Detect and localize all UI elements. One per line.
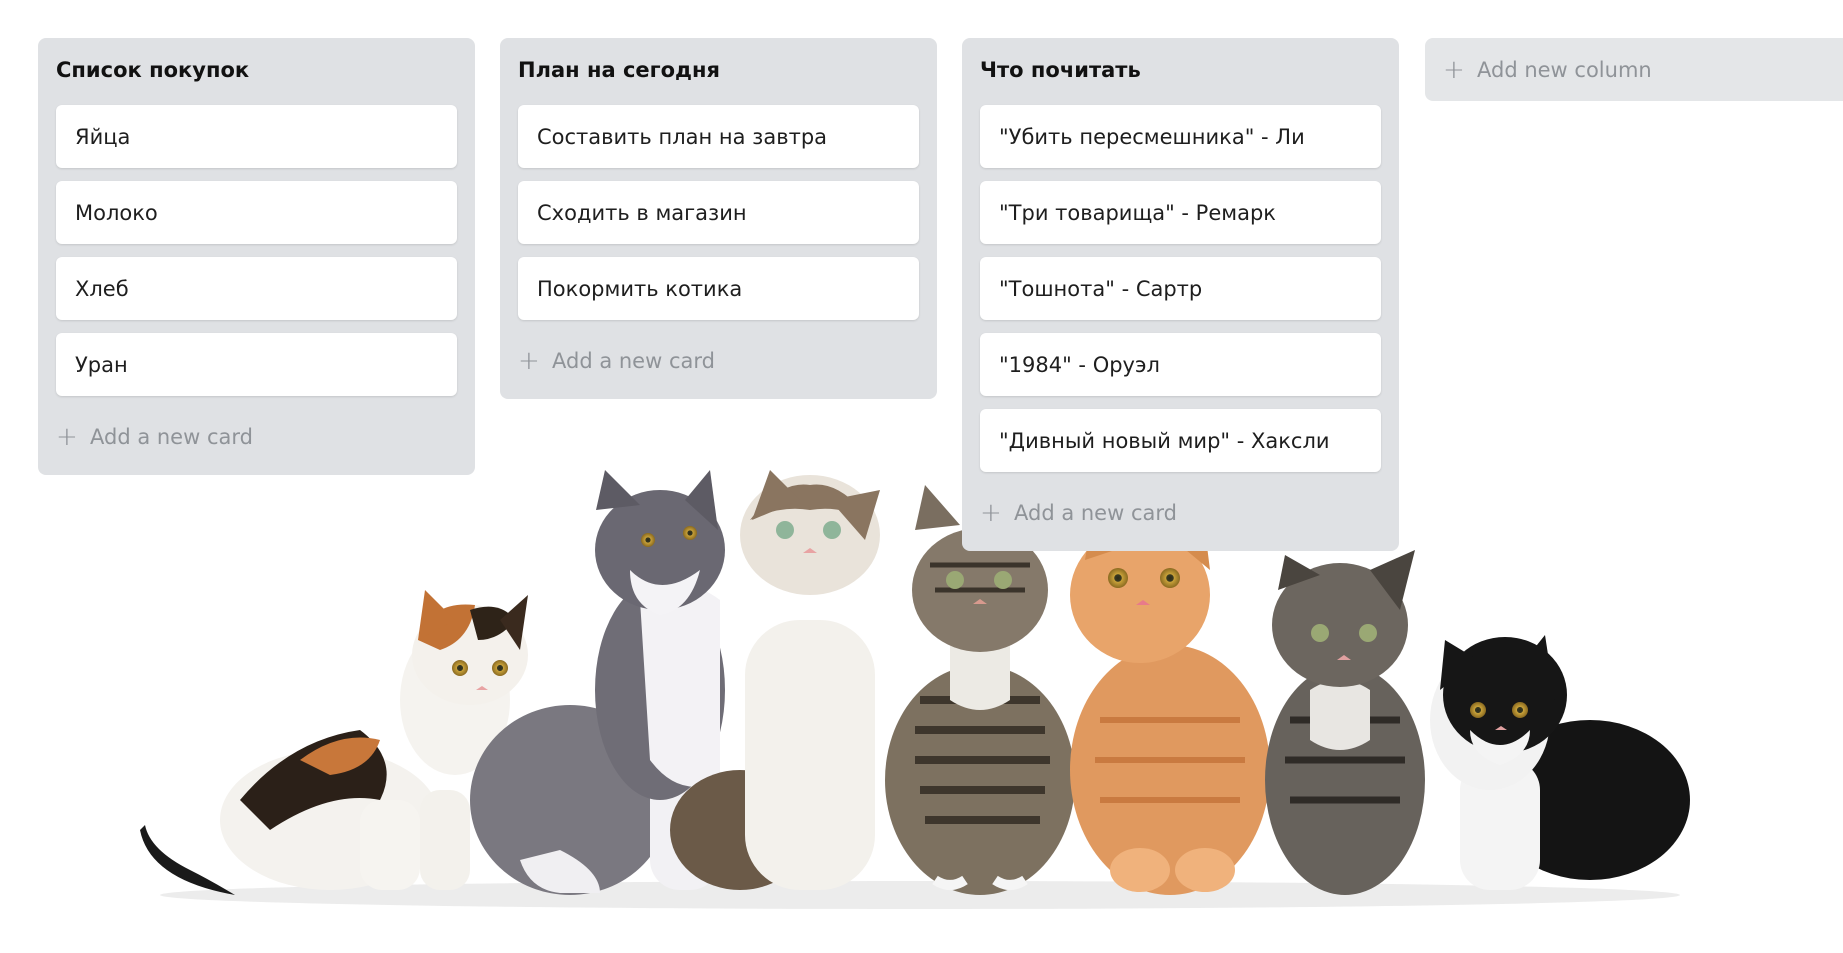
add-card-label: Add a new card: [1014, 501, 1177, 525]
column-title[interactable]: Список покупок: [56, 58, 457, 82]
add-card-label: Add a new card: [90, 425, 253, 449]
add-card-button[interactable]: + Add a new card: [56, 409, 457, 465]
card[interactable]: "1984" - Оруэл: [980, 333, 1381, 396]
add-column-label: Add new column: [1477, 57, 1652, 82]
add-card-button[interactable]: + Add a new card: [980, 485, 1381, 541]
plus-icon: +: [518, 346, 540, 376]
card[interactable]: Сходить в магазин: [518, 181, 919, 244]
card[interactable]: Молоко: [56, 181, 457, 244]
column-title[interactable]: План на сегодня: [518, 58, 919, 82]
dark-tabby-kitten: [1265, 550, 1425, 895]
add-card-button[interactable]: + Add a new card: [518, 333, 919, 389]
orange-kitten: [1070, 527, 1270, 895]
card[interactable]: "Три товарища" - Ремарк: [980, 181, 1381, 244]
card[interactable]: "Дивный новый мир" - Хаксли: [980, 409, 1381, 472]
plus-icon: +: [980, 498, 1002, 528]
column-reading-list: Что почитать "Убить пересмешника" - Ли "…: [962, 38, 1399, 551]
card[interactable]: Уран: [56, 333, 457, 396]
card[interactable]: Яйца: [56, 105, 457, 168]
calico-kitten: [140, 590, 528, 895]
card[interactable]: "Убить пересмешника" - Ли: [980, 105, 1381, 168]
add-column-button[interactable]: + Add new column: [1425, 38, 1843, 101]
plus-icon: +: [56, 422, 78, 452]
kanban-board: Список покупок Яйца Молоко Хлеб Уран + A…: [0, 0, 1843, 953]
add-card-label: Add a new card: [552, 349, 715, 373]
column-today-plan: План на сегодня Составить план на завтра…: [500, 38, 937, 399]
card[interactable]: "Тошнота" - Сартр: [980, 257, 1381, 320]
card[interactable]: Составить план на завтра: [518, 105, 919, 168]
column-title[interactable]: Что почитать: [980, 58, 1381, 82]
card[interactable]: Хлеб: [56, 257, 457, 320]
black-white-kitten: [1430, 635, 1690, 890]
card[interactable]: Покормить котика: [518, 257, 919, 320]
column-shopping-list: Список покупок Яйца Молоко Хлеб Уран + A…: [38, 38, 475, 475]
plus-icon: +: [1443, 54, 1465, 85]
